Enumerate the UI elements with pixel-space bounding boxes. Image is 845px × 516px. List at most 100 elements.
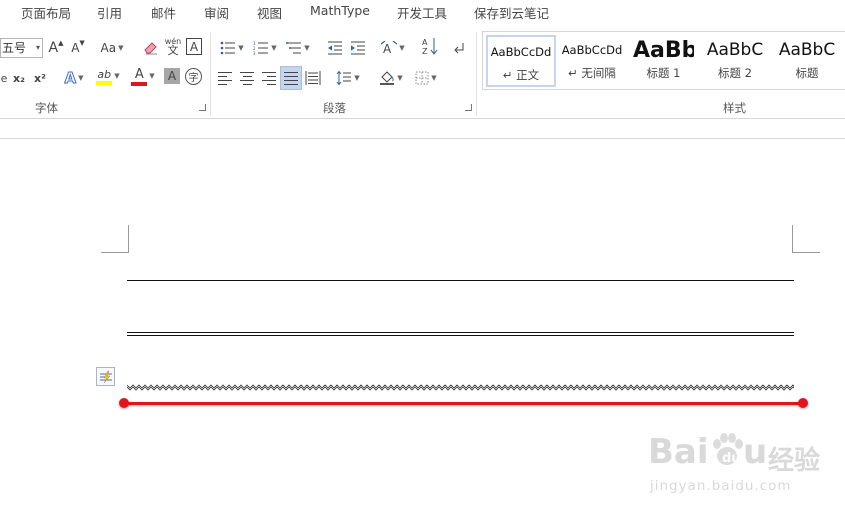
grow-font-button[interactable]: A ▲ bbox=[48, 38, 64, 58]
line-spacing-icon bbox=[336, 71, 352, 85]
chinese-layout-button[interactable]: A ▼ bbox=[378, 38, 408, 58]
font-color-button[interactable]: A ▼ bbox=[128, 66, 158, 86]
style-name: 标题 1 bbox=[646, 66, 681, 80]
distributed-icon bbox=[305, 71, 321, 85]
character-border-button[interactable]: A bbox=[186, 38, 202, 55]
chinese-layout-icon: A bbox=[381, 41, 398, 55]
font-size-select[interactable]: 五号 ▾ bbox=[0, 38, 43, 58]
style-no-spacing[interactable]: AaBbCcDd ↵ 无间隔 bbox=[557, 35, 627, 87]
highlight-icon: ab bbox=[97, 67, 112, 81]
distributed-button[interactable] bbox=[304, 68, 322, 88]
justify-button[interactable] bbox=[280, 66, 302, 90]
style-name: ↵ 无间隔 bbox=[568, 66, 616, 80]
clear-formatting-button[interactable] bbox=[142, 38, 160, 58]
styles-group-label: 样式 bbox=[723, 101, 746, 115]
tab-mailings[interactable]: 邮件 bbox=[151, 3, 176, 22]
double-line-top bbox=[127, 332, 794, 333]
multilevel-list-button[interactable]: ▼ bbox=[284, 38, 312, 58]
ribbon: 五号 ▾ A ▲ A ▼ Aa ▼ wén 文 A e x₂ x² A ▼ ab ▼ A bbox=[0, 24, 845, 119]
text-effects-icon: A bbox=[64, 69, 77, 88]
watermark-service: 经验 bbox=[768, 446, 821, 476]
shrink-font-button[interactable]: A ▼ bbox=[70, 38, 86, 58]
paragraph-mark-icon bbox=[454, 43, 464, 54]
font-size-value: 五号 bbox=[2, 41, 27, 55]
style-name: ↵ 正文 bbox=[502, 68, 540, 82]
font-dialog-launcher-icon[interactable] bbox=[199, 104, 206, 111]
style-sample: AaBbC bbox=[778, 40, 836, 60]
tab-developer[interactable]: 开发工具 bbox=[397, 3, 447, 22]
style-sample: AaBbCcDd bbox=[490, 45, 552, 59]
shading-button[interactable]: ▼ bbox=[376, 68, 406, 88]
red-annotation-line bbox=[124, 402, 803, 405]
align-left-button[interactable] bbox=[216, 68, 234, 88]
align-right-button[interactable] bbox=[260, 68, 278, 88]
tab-page-layout[interactable]: 页面布局 bbox=[21, 3, 71, 22]
paw-logo-icon: du bbox=[713, 433, 743, 466]
svg-text:A: A bbox=[383, 42, 392, 55]
sort-button[interactable]: AZ bbox=[421, 36, 439, 56]
align-left-icon bbox=[218, 71, 232, 85]
style-heading-1[interactable]: AaBb 标题 1 bbox=[628, 35, 694, 87]
svg-text:Z: Z bbox=[422, 47, 428, 55]
subscript-icon: x₂ bbox=[13, 71, 25, 85]
style-name: 标题 2 bbox=[718, 66, 752, 80]
decrease-indent-icon bbox=[328, 41, 342, 55]
baidu-jingyan-watermark: Bai du u 经验 jingyan.baidu.com bbox=[646, 430, 836, 500]
change-case-button[interactable]: Aa ▼ bbox=[96, 38, 128, 58]
tab-save-to-cloud-note[interactable]: 保存到云笔记 bbox=[474, 3, 549, 22]
numbered-list-icon: 123 bbox=[253, 41, 269, 55]
watermark-brand: Bai bbox=[648, 432, 709, 472]
paint-bucket-icon bbox=[380, 71, 395, 85]
character-shading-icon: A bbox=[167, 69, 177, 83]
paragraph-dialog-launcher-icon[interactable] bbox=[465, 104, 472, 111]
red-line-start-dot bbox=[119, 398, 129, 408]
watermark-url: jingyan.baidu.com bbox=[650, 478, 792, 494]
style-sample: AaBbCcDd bbox=[561, 43, 623, 57]
font-color-swatch bbox=[131, 81, 148, 86]
group-separator bbox=[210, 32, 211, 116]
style-normal[interactable]: AaBbCcDd ↵ 正文 bbox=[486, 35, 556, 87]
tab-view[interactable]: 视图 bbox=[257, 3, 282, 22]
style-title[interactable]: AaBbC 标题 bbox=[772, 35, 842, 87]
justify-icon bbox=[284, 71, 298, 85]
numbering-button[interactable]: 1 2 3 ▼ bbox=[251, 38, 279, 58]
superscript-button[interactable]: x² bbox=[31, 68, 49, 88]
enclose-characters-button[interactable]: 字 bbox=[185, 68, 202, 85]
increase-indent-button[interactable] bbox=[349, 38, 367, 58]
bullets-button[interactable]: ▼ bbox=[218, 38, 246, 58]
align-center-icon bbox=[240, 71, 254, 85]
eraser-icon bbox=[144, 42, 157, 55]
change-case-icon: Aa bbox=[100, 41, 117, 55]
paragraph-group-label: 段落 bbox=[323, 101, 346, 115]
text-effects-button[interactable]: A ▼ bbox=[60, 68, 88, 88]
style-heading-2[interactable]: AaBbC 标题 2 bbox=[700, 35, 770, 87]
decrease-indent-button[interactable] bbox=[326, 38, 344, 58]
align-center-button[interactable] bbox=[238, 68, 256, 88]
subscript-button[interactable]: x₂ bbox=[10, 68, 28, 88]
strikethrough-button[interactable]: e bbox=[0, 68, 8, 88]
multilevel-list-icon bbox=[286, 42, 302, 54]
increase-indent-icon bbox=[351, 41, 365, 55]
double-line-bottom bbox=[127, 335, 794, 336]
align-right-icon bbox=[262, 71, 276, 85]
svg-text:A: A bbox=[422, 38, 428, 47]
highlight-color-button[interactable]: ab ▼ bbox=[92, 66, 124, 86]
enclose-characters-icon: 字 bbox=[188, 73, 199, 84]
margin-corner-top-left bbox=[101, 225, 129, 253]
character-shading-button[interactable]: A bbox=[164, 68, 180, 84]
line-spacing-button[interactable]: ▼ bbox=[334, 68, 362, 88]
phonetic-guide-button[interactable]: wén 文 bbox=[164, 36, 182, 56]
tab-references[interactable]: 引用 bbox=[97, 3, 122, 22]
autocorrect-options-button[interactable] bbox=[96, 367, 115, 386]
tab-mathtype[interactable]: MathType bbox=[310, 3, 370, 18]
shrink-font-icon: A bbox=[71, 41, 80, 55]
tab-review[interactable]: 审阅 bbox=[204, 3, 229, 22]
show-paragraph-marks-button[interactable] bbox=[452, 38, 468, 58]
character-border-icon: A bbox=[189, 39, 199, 54]
style-sample: AaBb bbox=[633, 37, 694, 63]
wavy-horizontal-line bbox=[127, 384, 794, 391]
borders-button[interactable]: ▼ bbox=[412, 68, 440, 88]
style-sample: AaBbC bbox=[706, 40, 764, 60]
chevron-down-icon: ▾ bbox=[35, 43, 40, 52]
superscript-icon: x² bbox=[34, 71, 46, 85]
